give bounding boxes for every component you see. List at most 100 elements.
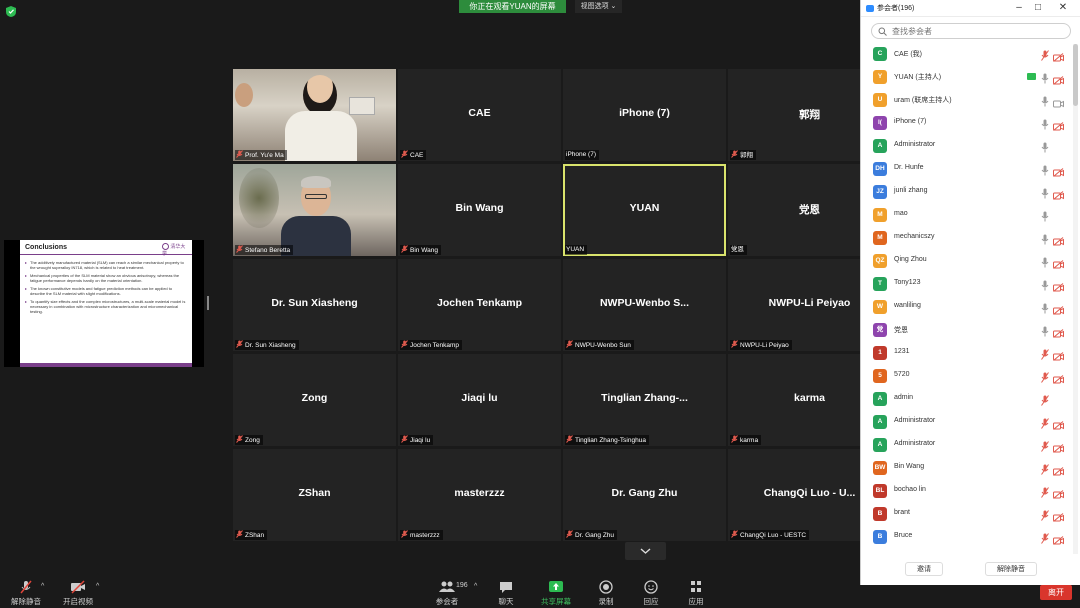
- camera-off-icon[interactable]: [1053, 164, 1064, 177]
- video-tile[interactable]: Jochen Tenkamp Jochen Tenkamp: [398, 259, 561, 351]
- video-tile[interactable]: Stefano Beretta: [233, 164, 396, 256]
- shared-screen-thumbnail[interactable]: Conclusions 清华大学 The additively manufact…: [4, 240, 204, 367]
- minimize-icon[interactable]: –: [1012, 2, 1026, 14]
- shield-icon[interactable]: [6, 6, 16, 17]
- mic-muted-icon[interactable]: [1041, 48, 1049, 61]
- participant-row[interactable]: C CAE (我): [861, 44, 1073, 67]
- mic-icon[interactable]: [1041, 301, 1049, 314]
- reactions-button[interactable]: 回应: [629, 580, 673, 607]
- participant-row[interactable]: JZ junli zhang: [861, 182, 1073, 205]
- mic-icon[interactable]: [1041, 324, 1049, 337]
- mic-icon[interactable]: [1041, 163, 1049, 176]
- video-tile[interactable]: masterzzz masterzzz: [398, 449, 561, 541]
- participant-row[interactable]: A Administrator: [861, 412, 1073, 435]
- splitter-handle[interactable]: [207, 296, 209, 310]
- camera-off-icon[interactable]: [1053, 49, 1064, 62]
- mic-icon[interactable]: [1041, 94, 1049, 107]
- mic-icon[interactable]: [1041, 186, 1049, 199]
- participant-row[interactable]: QZ Qing Zhou: [861, 251, 1073, 274]
- participant-row[interactable]: I(iPhone (7): [861, 113, 1073, 136]
- video-tile[interactable]: Bin Wang Bin Wang: [398, 164, 561, 256]
- participant-row[interactable]: Y YUAN (主持人): [861, 67, 1073, 90]
- caret-up-icon[interactable]: ^: [41, 583, 44, 590]
- participant-row[interactable]: T Tony123: [861, 274, 1073, 297]
- video-tile[interactable]: Prof. Yu'e Ma: [233, 69, 396, 161]
- participant-row[interactable]: Aadmin: [861, 389, 1073, 412]
- participant-row[interactable]: A Administrator: [861, 136, 1073, 159]
- camera-off-icon[interactable]: [1053, 279, 1064, 292]
- caret-up-icon[interactable]: ^: [474, 583, 477, 590]
- camera-off-icon[interactable]: [1053, 463, 1064, 476]
- mic-icon[interactable]: [1041, 232, 1049, 245]
- participant-row[interactable]: 5 5720: [861, 366, 1073, 389]
- camera-off-icon[interactable]: [1053, 325, 1064, 338]
- scrollbar-thumb[interactable]: [1073, 44, 1078, 106]
- mic-icon[interactable]: [1041, 140, 1049, 153]
- camera-off-icon[interactable]: [1053, 348, 1064, 361]
- participant-row[interactable]: Mmechanicszy: [861, 228, 1073, 251]
- mic-muted-icon[interactable]: [1041, 416, 1049, 429]
- participant-row[interactable]: 党党恩: [861, 320, 1073, 343]
- view-options-button[interactable]: 视图选项 ⌄: [575, 0, 622, 13]
- mic-muted-icon[interactable]: [1041, 531, 1049, 544]
- mic-muted-icon[interactable]: [1041, 347, 1049, 360]
- mic-muted-icon[interactable]: [1041, 393, 1049, 406]
- close-icon[interactable]: ✕: [1056, 2, 1070, 14]
- unmute-me-button[interactable]: 解除静音: [985, 562, 1037, 576]
- mic-icon[interactable]: [1041, 71, 1049, 84]
- mic-muted-icon[interactable]: [1041, 485, 1049, 498]
- search-input[interactable]: [892, 25, 1062, 37]
- video-tile[interactable]: Dr. Gang Zhu Dr. Gang Zhu: [563, 449, 726, 541]
- mic-icon[interactable]: [1041, 278, 1049, 291]
- mic-icon[interactable]: [1041, 255, 1049, 268]
- search-box[interactable]: [871, 23, 1071, 39]
- video-tile[interactable]: Jiaqi lu Jiaqi lu: [398, 354, 561, 446]
- mic-icon[interactable]: [1041, 209, 1049, 222]
- participant-row[interactable]: Mmao: [861, 205, 1073, 228]
- video-tile[interactable]: YUAN YUAN: [563, 164, 726, 256]
- participant-row[interactable]: BL bochao lin: [861, 481, 1073, 504]
- camera-off-icon[interactable]: [1053, 302, 1064, 315]
- video-tile[interactable]: Dr. Sun Xiasheng Dr. Sun Xiasheng: [233, 259, 396, 351]
- camera-off-icon[interactable]: [1053, 532, 1064, 545]
- participant-row[interactable]: A Administrator: [861, 435, 1073, 458]
- participant-row[interactable]: DH Dr. Hunfe: [861, 159, 1073, 182]
- mic-muted-icon[interactable]: [1041, 370, 1049, 383]
- camera-off-icon[interactable]: [1053, 187, 1064, 200]
- camera-icon[interactable]: [1053, 95, 1064, 108]
- participant-row[interactable]: BW Bin Wang: [861, 458, 1073, 481]
- participant-row[interactable]: B Bruce: [861, 527, 1073, 550]
- video-tile[interactable]: CAE CAE: [398, 69, 561, 161]
- chat-button[interactable]: 聊天: [484, 580, 528, 607]
- record-button[interactable]: 录制: [584, 580, 628, 607]
- camera-off-icon[interactable]: [1053, 486, 1064, 499]
- participant-row[interactable]: 1 1231: [861, 343, 1073, 366]
- caret-up-icon[interactable]: ^: [96, 583, 99, 590]
- camera-off-icon[interactable]: [1053, 371, 1064, 384]
- mic-muted-icon[interactable]: [1041, 462, 1049, 475]
- mic-icon[interactable]: [1041, 117, 1049, 130]
- video-tile[interactable]: Zong Zong: [233, 354, 396, 446]
- participant-row[interactable]: Wwanliling: [861, 297, 1073, 320]
- video-tile[interactable]: Tinglian Zhang-... Tinglian Zhang-Tsinghu…: [563, 354, 726, 446]
- camera-off-icon[interactable]: [1053, 509, 1064, 522]
- camera-off-icon[interactable]: [1053, 233, 1064, 246]
- participant-row[interactable]: Uuram (联席主持人): [861, 90, 1073, 113]
- share-screen-button[interactable]: 共享屏幕: [534, 580, 578, 607]
- start-video-button[interactable]: 开启视频: [56, 580, 100, 607]
- camera-off-icon[interactable]: [1053, 256, 1064, 269]
- video-tile[interactable]: iPhone (7) iPhone (7): [563, 69, 726, 161]
- leave-button[interactable]: 离开: [1040, 585, 1072, 600]
- apps-button[interactable]: 应用: [674, 580, 718, 607]
- collapse-button[interactable]: [625, 542, 666, 560]
- panel-scrollbar[interactable]: [1073, 44, 1078, 554]
- camera-off-icon[interactable]: [1053, 72, 1064, 85]
- video-tile[interactable]: ZShan ZShan: [233, 449, 396, 541]
- camera-off-icon[interactable]: [1053, 440, 1064, 453]
- maximize-icon[interactable]: □: [1031, 2, 1045, 14]
- mic-muted-icon[interactable]: [1041, 508, 1049, 521]
- camera-off-icon[interactable]: [1053, 417, 1064, 430]
- video-tile[interactable]: NWPU-Wenbo S... NWPU-Wenbo Sun: [563, 259, 726, 351]
- invite-button[interactable]: 邀请: [905, 562, 943, 576]
- camera-off-icon[interactable]: [1053, 118, 1064, 131]
